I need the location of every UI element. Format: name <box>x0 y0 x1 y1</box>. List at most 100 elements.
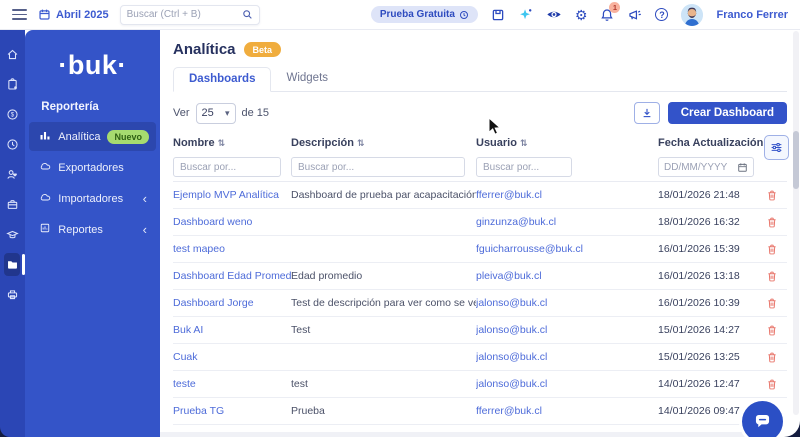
delete-dashboard-button[interactable] <box>766 351 778 364</box>
dashboard-owner-email: pleiva@buk.cl <box>476 270 542 282</box>
bottom-strip <box>160 432 800 437</box>
vertical-scrollbar[interactable] <box>793 31 799 415</box>
graduation-cap-icon[interactable] <box>0 226 25 243</box>
dashboard-name-link[interactable]: Cuak <box>173 351 291 363</box>
trash-icon <box>767 379 776 389</box>
trash-icon <box>767 325 776 335</box>
delete-dashboard-button[interactable] <box>766 243 778 256</box>
sidebar-item-reportes[interactable]: Reportes ‹ <box>29 215 156 244</box>
dashboard-name-link[interactable]: test mapeo <box>173 243 291 255</box>
trial-badge[interactable]: Prueba Gratuita <box>370 6 478 23</box>
dashboard-name-link[interactable]: Buk AI <box>173 324 291 336</box>
column-settings-button[interactable] <box>764 135 789 160</box>
clock-icon[interactable] <box>0 136 25 153</box>
dashboard-description: Dashboard de prueba par acapacitación <box>291 189 476 201</box>
dashboard-name-link[interactable]: Dashboard weno <box>173 216 291 228</box>
column-header-fecha[interactable]: Fecha Actualización⇅ <box>658 137 774 149</box>
printer-icon[interactable] <box>0 286 25 303</box>
page-size-select[interactable]: 25 ▾ <box>195 102 236 124</box>
user-name[interactable]: Franco Ferrer <box>716 9 788 21</box>
dashboards-table: Nombre ⇅ Descripción ⇅ Usuario ⇅ Fecha Actu… <box>173 133 789 437</box>
home-icon[interactable] <box>0 46 25 63</box>
create-dashboard-button[interactable]: Crear Dashboard <box>667 102 787 124</box>
tab-widgets[interactable]: Widgets <box>271 67 343 91</box>
report-board-icon <box>39 222 51 237</box>
dashboard-name-link[interactable]: Dashboard Jorge <box>173 297 291 309</box>
sidebar-icon-rail: $ <box>0 30 26 437</box>
dashboard-updated-at: 16/01/2026 13:18 <box>658 270 740 282</box>
eye-icon[interactable] <box>546 8 562 21</box>
table-row: Dashboard weno ginzunza@buk.cl 18/01/202… <box>173 208 787 235</box>
nuevo-badge: Nuevo <box>107 129 149 144</box>
sidebar-item-exportadores[interactable]: Exportadores <box>29 153 156 182</box>
chat-widget-button[interactable] <box>742 401 783 437</box>
scrollbar-thumb[interactable] <box>793 131 799 189</box>
global-search[interactable] <box>119 4 260 25</box>
sidebar: $ ·buk· Reportería Analítica Nuevo Expor… <box>0 30 160 437</box>
help-icon[interactable]: ? <box>655 8 669 21</box>
clipboard-icon[interactable] <box>0 76 25 93</box>
download-button[interactable] <box>633 102 660 124</box>
sidebar-item-label: Exportadores <box>58 161 124 174</box>
delete-dashboard-button[interactable] <box>766 270 778 283</box>
dashboard-updated-at: 14/01/2026 12:47 <box>658 378 740 390</box>
dashboard-owner-email: fguicharrousse@buk.cl <box>476 243 583 255</box>
save-icon[interactable] <box>491 8 505 22</box>
page-size-prefix: Ver <box>173 107 190 119</box>
calendar-icon <box>738 162 747 172</box>
dashboard-name-link[interactable]: Prueba TG <box>173 405 291 417</box>
dashboard-updated-at: 16/01/2026 10:39 <box>658 297 740 309</box>
people-heart-icon[interactable] <box>0 166 25 183</box>
dashboard-name-link[interactable]: Dashboard Edad Promedio <box>173 270 291 282</box>
table-toolbar: Ver 25 ▾ de 15 Crear Dashboard <box>173 102 800 124</box>
filter-nombre-input[interactable] <box>173 157 281 178</box>
filter-usuario-input[interactable] <box>476 157 572 178</box>
dashboard-description: Edad promedio <box>291 270 363 282</box>
filter-descripcion-input[interactable] <box>291 157 465 178</box>
chat-bubble-icon <box>755 414 770 428</box>
period-label: Abril 2025 <box>56 8 109 21</box>
announcements-megaphone-icon[interactable] <box>627 8 642 22</box>
ai-sparkle-icon[interactable] <box>518 7 533 22</box>
filter-fecha-field[interactable] <box>658 157 754 177</box>
trash-icon <box>767 190 776 200</box>
column-header-usuario[interactable]: Usuario ⇅ <box>476 137 658 149</box>
delete-dashboard-button[interactable] <box>766 378 778 391</box>
bar-chart-icon <box>39 129 51 144</box>
global-search-input[interactable] <box>126 9 242 20</box>
dashboard-owner-email: ginzunza@buk.cl <box>476 216 557 228</box>
dashboard-updated-at: 14/01/2026 09:47 <box>658 405 740 417</box>
sort-icon: ⇅ <box>217 137 226 148</box>
dashboard-description: test <box>291 378 308 390</box>
sidebar-item-analitica[interactable]: Analítica Nuevo <box>29 122 156 151</box>
dollar-icon[interactable]: $ <box>0 106 25 123</box>
delete-dashboard-button[interactable] <box>766 189 778 202</box>
table-filter-row <box>173 153 787 181</box>
table-row: Buk AI Test jalonso@buk.cl 15/01/2026 14… <box>173 316 787 343</box>
sliders-icon <box>771 142 782 153</box>
sidebar-item-importadores[interactable]: Importadores ‹ <box>29 184 156 213</box>
notifications-bell-icon[interactable]: 1 <box>600 1 621 22</box>
dashboard-owner-email: jalonso@buk.cl <box>476 297 548 309</box>
delete-dashboard-button[interactable] <box>766 297 778 310</box>
column-header-nombre[interactable]: Nombre ⇅ <box>173 137 291 149</box>
trash-icon <box>767 244 776 254</box>
table-row: Dashboard Jorge Test de descripción para… <box>173 289 787 316</box>
briefcase-icon[interactable] <box>0 196 25 213</box>
gear-icon[interactable]: ⚙ <box>575 8 588 22</box>
hamburger-menu-icon[interactable] <box>12 9 27 20</box>
dashboard-name-link[interactable]: Ejemplo MVP Analítica <box>173 189 291 201</box>
tab-dashboards[interactable]: Dashboards <box>173 67 272 92</box>
folder-icon[interactable] <box>0 253 26 276</box>
dashboard-name-link[interactable]: teste <box>173 378 291 390</box>
column-header-descripcion[interactable]: Descripción ⇅ <box>291 137 476 149</box>
delete-dashboard-button[interactable] <box>766 216 778 229</box>
filter-fecha-input[interactable] <box>664 161 734 173</box>
download-icon <box>643 108 651 118</box>
page-size-suffix: de 15 <box>241 107 270 119</box>
delete-dashboard-button[interactable] <box>766 324 778 337</box>
user-avatar[interactable] <box>681 3 704 26</box>
period-selector[interactable]: Abril 2025 <box>38 8 109 21</box>
tab-bar: Dashboards Widgets <box>173 67 787 92</box>
dashboard-updated-at: 18/01/2026 16:32 <box>658 216 740 228</box>
